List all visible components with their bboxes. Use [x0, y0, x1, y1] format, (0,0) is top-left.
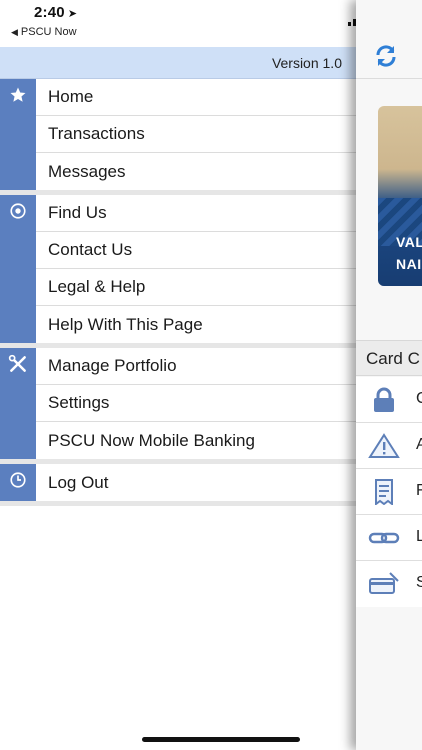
- alert-icon: [368, 433, 400, 458]
- card-section-header: Card C: [356, 340, 422, 376]
- menu-item-find-us[interactable]: Find Us: [36, 195, 356, 232]
- version-bar: Version 1.0: [0, 47, 356, 79]
- star-icon: [8, 85, 28, 105]
- status-time: 2:40 ➤: [34, 4, 77, 21]
- home-indicator[interactable]: [142, 737, 300, 742]
- menu-item-log-out[interactable]: Log Out: [36, 464, 356, 501]
- location-arrow-icon: ➤: [67, 8, 78, 20]
- banner-text-line-1: VAL: [396, 234, 422, 250]
- lock-icon: [374, 387, 394, 412]
- link-icon: [368, 532, 400, 544]
- clock-text: 2:40: [34, 4, 65, 21]
- menu-item-messages[interactable]: Messages: [36, 153, 356, 190]
- group-rail: [0, 348, 36, 459]
- menu-item-legal-help[interactable]: Legal & Help: [36, 269, 356, 306]
- card-options-list: C A F L S: [356, 377, 422, 607]
- statement-icon: [375, 479, 393, 505]
- menu-group-info: Find Us Contact Us Legal & Help Help Wit…: [0, 195, 356, 348]
- list-item-label: S: [416, 574, 422, 591]
- back-app-label: PSCU Now: [20, 26, 77, 38]
- tools-icon: [8, 354, 28, 374]
- menu-item-manage-portfolio[interactable]: Manage Portfolio: [36, 348, 356, 385]
- group-rail: [0, 464, 36, 501]
- menu-item-help-page[interactable]: Help With This Page: [36, 306, 356, 343]
- main-page-panel[interactable]: VAL NAI Card C C A F L S: [356, 0, 422, 750]
- clock-icon: [8, 470, 28, 490]
- group-rail: [0, 195, 36, 343]
- menu-item-settings[interactable]: Settings: [36, 385, 356, 422]
- menu-item-mobile-banking[interactable]: PSCU Now Mobile Banking: [36, 422, 356, 459]
- eye-icon: [8, 201, 28, 221]
- promo-banner[interactable]: VAL NAI: [378, 106, 422, 286]
- menu-item-transactions[interactable]: Transactions: [36, 116, 356, 153]
- version-label: Version 1.0: [271, 55, 342, 71]
- list-item-label: A: [416, 436, 422, 453]
- back-to-app-link[interactable]: ◀ PSCU Now: [11, 26, 77, 38]
- menu-group-main: Home Transactions Messages: [0, 79, 356, 195]
- refresh-icon[interactable]: [372, 42, 400, 70]
- menu-group-settings: Manage Portfolio Settings PSCU Now Mobil…: [0, 348, 356, 464]
- card-section-title: Card C: [366, 349, 420, 368]
- main-page-header: [356, 0, 422, 79]
- list-item[interactable]: C: [356, 377, 422, 423]
- card-icon: [369, 572, 399, 594]
- list-item-label: L: [416, 528, 422, 545]
- list-item[interactable]: F: [356, 469, 422, 515]
- list-item-label: F: [416, 482, 422, 499]
- menu-item-contact-us[interactable]: Contact Us: [36, 232, 356, 269]
- list-item[interactable]: L: [356, 515, 422, 561]
- side-menu: Home Transactions Messages Find Us Conta…: [0, 79, 356, 506]
- banner-text-line-2: NAI: [396, 256, 422, 272]
- list-item[interactable]: A: [356, 423, 422, 469]
- list-item-label: C: [416, 390, 422, 407]
- back-triangle-icon: ◀: [11, 27, 18, 37]
- group-rail: [0, 79, 36, 190]
- menu-group-logout: Log Out: [0, 464, 356, 506]
- menu-item-home[interactable]: Home: [36, 79, 356, 116]
- list-item[interactable]: S: [356, 561, 422, 607]
